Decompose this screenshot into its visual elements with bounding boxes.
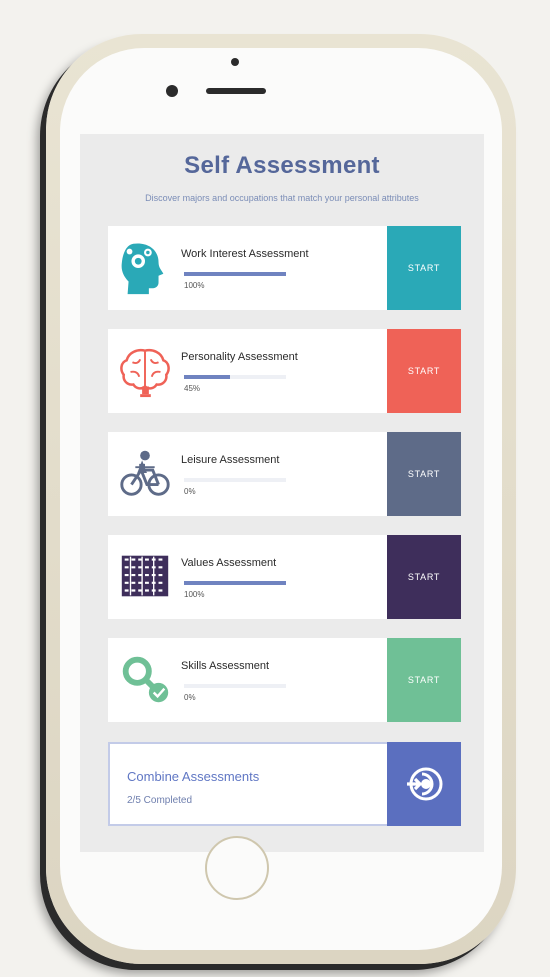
progress-percent: 0% [184,487,196,496]
progress-bar [184,478,286,482]
start-button-personality[interactable]: START [387,329,461,413]
start-button-values[interactable]: START [387,535,461,619]
assessment-title: Skills Assessment [181,660,270,672]
head-gear-icon [121,243,164,295]
combine-arrow-icon [407,767,443,801]
combine-button[interactable] [387,742,461,826]
brain-icon [120,348,170,398]
assessment-card-leisure: Leisure Assessment 0% START [108,432,461,516]
assessment-title: Personality Assessment [181,351,298,363]
cards-icon [121,555,169,597]
page-subtitle: Discover majors and occupations that mat… [145,193,419,203]
magnifier-icon [122,656,169,703]
assessment-title: Work Interest Assessment [181,248,309,260]
assessment-title: Values Assessment [181,557,277,569]
assessment-card-skills: Skills Assessment 0% START [108,638,461,722]
device-frame: Self Assessment Discover majors and occu… [0,0,550,977]
home-button[interactable] [205,836,269,900]
assessment-list: Work Interest Assessment 100% START Pers… [108,226,461,741]
bicycle-icon [120,450,170,496]
page-title: Self Assessment [184,152,380,179]
start-button-work-interest[interactable]: START [387,226,461,310]
combine-title: Combine Assessments [127,769,260,784]
earpiece-speaker [206,88,266,94]
combine-status: 2/5 Completed [127,795,193,806]
progress-fill [184,375,230,379]
progress-fill [184,272,286,276]
progress-bar [184,375,286,379]
camera-dot [231,58,239,66]
progress-bar [184,581,286,585]
assessment-title: Leisure Assessment [181,454,280,466]
progress-percent: 0% [184,693,196,702]
combine-assessments-card[interactable]: Combine Assessments 2/5 Completed [108,742,461,826]
app-screen: Self Assessment Discover majors and occu… [80,134,484,852]
assessment-card-values: Values Assessment 100% START [108,535,461,619]
assessment-card-personality: Personality Assessment 45% START [108,329,461,413]
progress-bar [184,684,286,688]
progress-fill [184,581,286,585]
start-button-leisure[interactable]: START [387,432,461,516]
progress-bar [184,272,286,276]
front-camera [166,85,178,97]
progress-percent: 100% [184,281,205,290]
progress-percent: 100% [184,590,205,599]
progress-percent: 45% [184,384,201,393]
start-button-skills[interactable]: START [387,638,461,722]
assessment-card-work-interest: Work Interest Assessment 100% START [108,226,461,310]
